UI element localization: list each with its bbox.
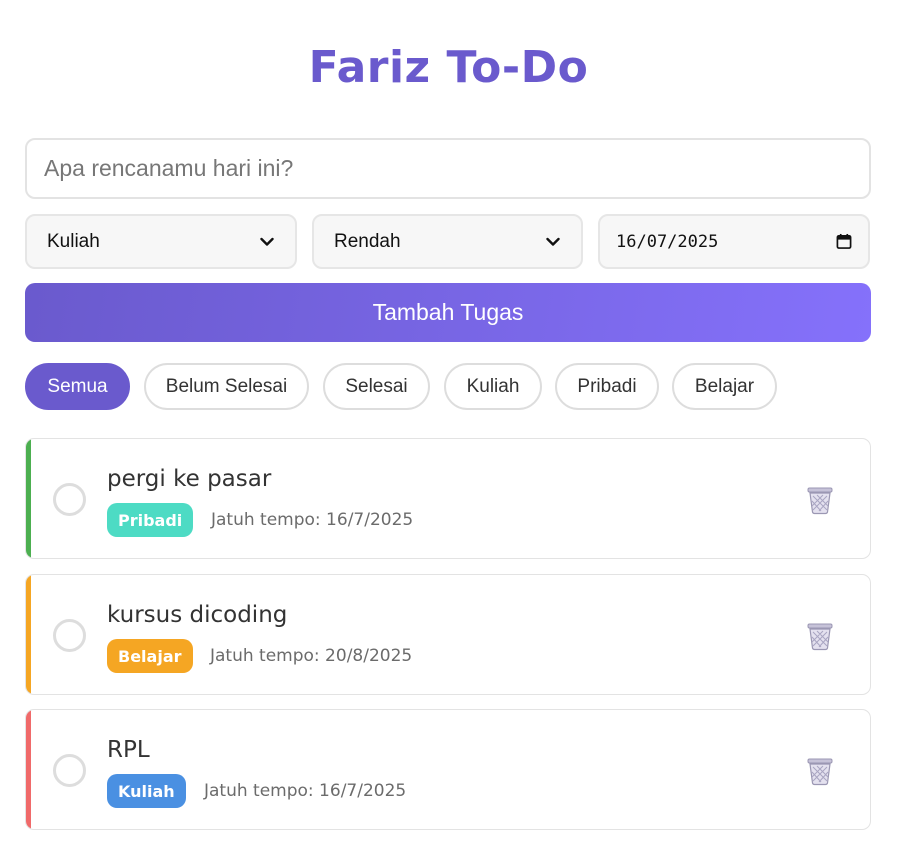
chevron-down-icon: [259, 234, 275, 250]
due-date-text: Jatuh tempo: 20/8/2025: [210, 646, 413, 666]
trash-icon[interactable]: [805, 485, 835, 515]
complete-checkbox[interactable]: [53, 754, 86, 787]
task-input[interactable]: [25, 138, 871, 199]
filter-pribadi[interactable]: Pribadi: [555, 363, 659, 410]
task-name: RPL: [107, 737, 150, 763]
category-select-value: Kuliah: [47, 230, 100, 252]
priority-bar: [26, 439, 31, 558]
task-name: kursus dicoding: [107, 602, 288, 628]
priority-bar: [26, 575, 31, 694]
todo-app: Fariz To-Do Kuliah Rendah 16/07/2025 Tam…: [0, 0, 903, 854]
filter-all[interactable]: Semua: [25, 363, 130, 410]
task-item: pergi ke pasar Pribadi Jatuh tempo: 16/7…: [25, 438, 871, 559]
due-date-input[interactable]: 16/07/2025: [598, 214, 870, 269]
filter-belajar[interactable]: Belajar: [672, 363, 777, 410]
complete-checkbox[interactable]: [53, 619, 86, 652]
priority-bar: [26, 710, 31, 829]
calendar-icon[interactable]: [836, 233, 852, 250]
category-badge: Kuliah: [107, 774, 186, 808]
category-badge: Pribadi: [107, 503, 194, 537]
task-item: RPL Kuliah Jatuh tempo: 16/7/2025: [25, 709, 871, 830]
trash-icon[interactable]: [805, 621, 835, 651]
trash-icon[interactable]: [805, 756, 835, 786]
category-badge: Belajar: [107, 639, 193, 673]
due-date-text: Jatuh tempo: 16/7/2025: [204, 781, 407, 801]
filter-kuliah[interactable]: Kuliah: [444, 363, 542, 410]
priority-select-value: Rendah: [334, 230, 401, 252]
filter-completed[interactable]: Selesai: [323, 363, 430, 410]
due-date-text: Jatuh tempo: 16/7/2025: [211, 510, 414, 530]
due-date-value: 16/07/2025: [616, 231, 719, 252]
filter-pending[interactable]: Belum Selesai: [144, 363, 309, 410]
task-item: kursus dicoding Belajar Jatuh tempo: 20/…: [25, 574, 871, 695]
task-name: pergi ke pasar: [107, 466, 272, 492]
category-select[interactable]: Kuliah: [25, 214, 297, 269]
complete-checkbox[interactable]: [53, 483, 86, 516]
add-task-button[interactable]: Tambah Tugas: [25, 283, 871, 342]
priority-select[interactable]: Rendah: [312, 214, 583, 269]
chevron-down-icon: [545, 234, 561, 250]
app-title: Fariz To-Do: [308, 42, 589, 93]
